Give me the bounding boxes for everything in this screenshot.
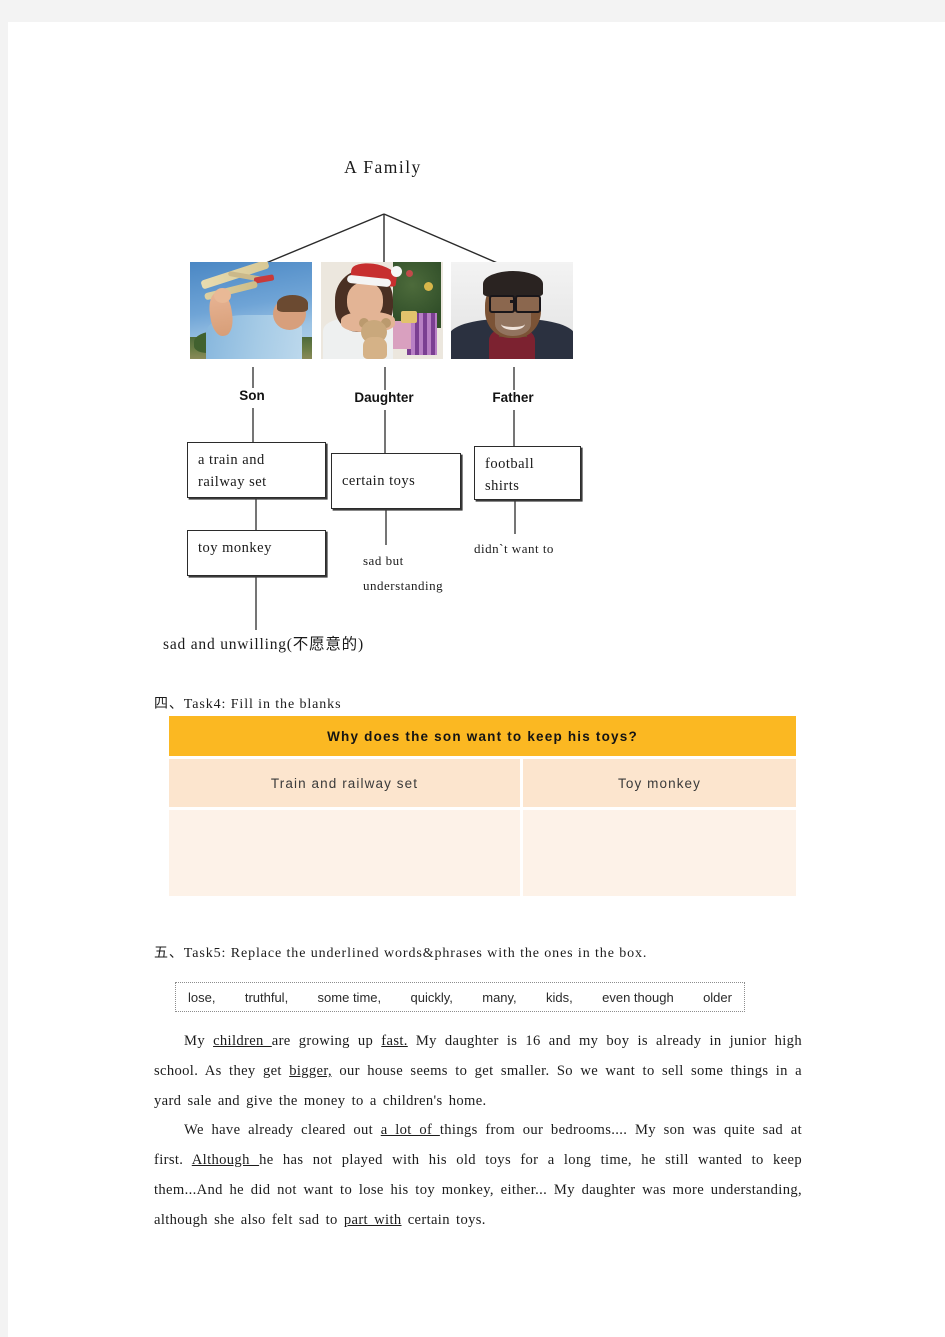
underlined-phrase[interactable]: part with <box>344 1212 402 1228</box>
task4-heading: 四、Task4: Fill in the blanks <box>154 697 342 712</box>
task4-answer-cell-train[interactable] <box>169 810 520 896</box>
word-bank-item[interactable]: even though <box>602 990 674 1005</box>
box-football-line-2: shirts <box>485 478 520 495</box>
label-father: Father <box>492 390 534 405</box>
underlined-phrase[interactable]: Although <box>192 1152 259 1168</box>
task4-col-header-monkey: Toy monkey <box>523 759 796 807</box>
task4-column-header-row: Train and railway set Toy monkey <box>169 759 796 807</box>
task4-answer-cell-monkey[interactable] <box>523 810 796 896</box>
word-bank-item[interactable]: some time, <box>318 990 382 1005</box>
paragraph-text: certain toys. <box>401 1211 486 1228</box>
underlined-phrase[interactable]: a lot of <box>381 1122 440 1138</box>
word-bank-item[interactable]: lose, <box>188 990 215 1005</box>
note-father-feeling: didn`t want to <box>474 541 554 556</box>
task5-paragraph-1: My children are growing up fast. My daug… <box>154 1027 802 1117</box>
box-train-and-railway-set: a train and railway set <box>187 442 326 498</box>
photo-father <box>451 262 573 359</box>
paragraph-text: My <box>184 1033 214 1049</box>
box-football-line-1: football <box>485 456 535 472</box>
photo-daughter <box>321 262 443 359</box>
note-son-feeling: sad and unwilling(不愿意的) <box>163 636 364 653</box>
photo-son <box>190 262 312 359</box>
label-daughter: Daughter <box>354 390 414 405</box>
diagram-title: A Family <box>344 157 422 177</box>
task4-table-title: Why does the son want to keep his toys? <box>169 716 796 756</box>
note-understanding: understanding <box>363 577 444 593</box>
family-tree-diagram: A Family Son Daughter Father a train and… <box>8 22 945 653</box>
task4-table: Why does the son want to keep his toys? … <box>169 716 796 896</box>
paragraph-text: We have already cleared out <box>184 1122 381 1138</box>
word-bank-item[interactable]: older <box>703 990 732 1005</box>
underlined-phrase[interactable]: children <box>213 1033 272 1049</box>
paragraph-text: are growing up <box>271 1033 382 1049</box>
task5-word-bank: lose, truthful, some time, quickly, many, kid… <box>175 982 745 1012</box>
task5-paragraph-2: We have already cleared out a lot of thi… <box>154 1116 802 1236</box>
document-page: A Family Son Daughter Father a train and… <box>8 22 945 1337</box>
word-bank-item[interactable]: many, <box>482 990 516 1005</box>
label-son: Son <box>239 388 265 403</box>
task4-col-header-train: Train and railway set <box>169 759 520 807</box>
box-football-shirts: football shirts <box>474 446 581 500</box>
box-toy-monkey: toy monkey <box>187 530 326 576</box>
box-train-line-1: a train and <box>198 452 265 468</box>
note-sad-but: sad but <box>363 553 404 568</box>
box-certain-toys: certain toys <box>331 453 461 509</box>
underlined-phrase[interactable]: bigger, <box>289 1063 332 1079</box>
box-train-line-2: railway set <box>198 474 267 491</box>
task5-heading: 五、Task5: Replace the underlined words&ph… <box>154 946 648 961</box>
word-bank-item[interactable]: truthful, <box>245 990 288 1005</box>
underlined-phrase[interactable]: fast. <box>381 1033 407 1049</box>
word-bank-item[interactable]: quickly, <box>410 990 452 1005</box>
task4-answer-row <box>169 810 796 896</box>
word-bank-item[interactable]: kids, <box>546 990 573 1005</box>
note-daughter-feeling: sad but understanding <box>363 549 443 598</box>
